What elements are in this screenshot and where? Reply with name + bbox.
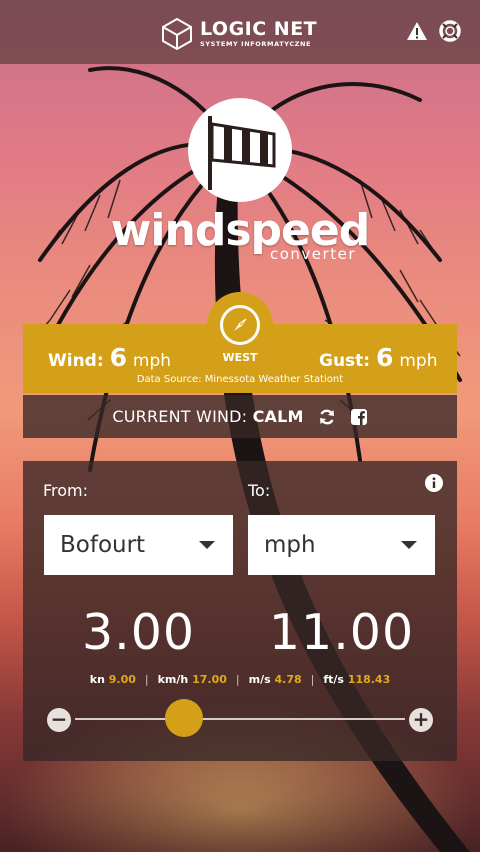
compass-badge[interactable] (207, 292, 273, 358)
from-unit-value: Bofourt (60, 532, 146, 558)
brand-name: LOGIC NET (200, 18, 318, 40)
to-unit-value: mph (264, 532, 316, 558)
app-subtitle: converter (270, 245, 356, 263)
chevron-down-icon (199, 541, 215, 549)
wind-direction: WEST (222, 351, 258, 364)
from-value: 3.00 (81, 604, 196, 661)
facebook-icon[interactable] (350, 408, 368, 426)
to-label: To: (248, 481, 271, 500)
decrease-button[interactable]: − (47, 708, 71, 732)
current-wind-bar: CURRENT WIND: CALM (23, 395, 457, 438)
top-bar: LOGIC NET SYSTEMY INFORMATYCZNE (0, 0, 480, 64)
slider-track[interactable] (75, 718, 405, 720)
brand-subtitle: SYSTEMY INFORMATYCZNE (200, 40, 312, 48)
unit-ms: m/s 4.78 (248, 673, 302, 686)
to-value: 11.00 (268, 604, 415, 661)
gust-readout: Gust: 6 mph (319, 343, 438, 372)
gust-label: Gust: (319, 351, 371, 371)
warning-icon[interactable] (405, 19, 429, 43)
current-wind-value: CALM (252, 407, 304, 426)
unit-readouts: kn 9.00 | km/h 17.00 | m/s 4.78 | ft/s 118.43 (89, 673, 391, 686)
windsock-icon (208, 116, 276, 190)
unit-kn: kn 9.00 (89, 673, 136, 686)
app-title: windspeed (110, 205, 370, 256)
unit-kmh: km/h 17.00 (157, 673, 227, 686)
info-icon[interactable] (424, 473, 444, 493)
refresh-icon[interactable] (318, 408, 336, 426)
wind-readout: Wind: 6 mph (48, 343, 171, 372)
lifebuoy-icon[interactable] (438, 19, 462, 43)
wind-label: Wind: (48, 351, 104, 371)
gust-unit: mph (399, 351, 438, 371)
current-wind-label: CURRENT WIND: (112, 407, 248, 426)
windsock-logo (188, 98, 292, 202)
chevron-down-icon (401, 541, 417, 549)
from-label: From: (43, 481, 89, 500)
brand-logo[interactable]: LOGIC NET SYSTEMY INFORMATYCZNE (160, 14, 317, 54)
gust-value: 6 (376, 343, 394, 372)
data-source: Data Source: Minessota Weather Stationt (136, 374, 344, 385)
to-unit-select[interactable]: mph (248, 515, 435, 575)
wind-value: 6 (109, 343, 127, 372)
cube-logo-icon (162, 17, 192, 51)
compass-icon (234, 318, 247, 331)
slider-knob[interactable] (164, 699, 203, 737)
current-wind-text: CURRENT WIND: CALM (112, 407, 303, 426)
wind-unit: mph (132, 351, 172, 371)
unit-fts: ft/s 118.43 (323, 673, 391, 686)
from-unit-select[interactable]: Bofourt (44, 515, 233, 575)
increase-button[interactable]: + (409, 708, 433, 732)
